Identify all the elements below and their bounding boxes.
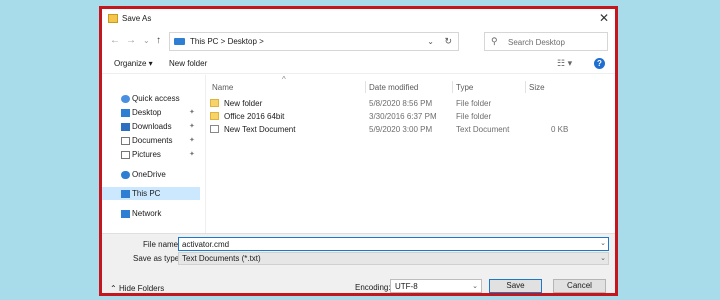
sidebar-item[interactable]: Network xyxy=(102,207,200,220)
file-date: 3/30/2016 6:37 PM xyxy=(369,112,437,121)
folder-icon xyxy=(210,112,219,120)
sidebar-item-label: Desktop xyxy=(132,108,162,117)
address-row: ← → ⌄ ↑ This PC > Desktop > ⌄ ↻ ⚲ Search… xyxy=(102,31,615,53)
refresh-icon[interactable]: ↻ xyxy=(444,36,452,47)
sidebar-item[interactable]: This PC xyxy=(102,187,200,200)
back-icon[interactable]: ← xyxy=(110,35,120,46)
encoding-label: Encoding: xyxy=(355,283,391,292)
file-name: New Text Document xyxy=(224,125,296,134)
sidebar-item-label: This PC xyxy=(132,189,161,198)
desktop-icon xyxy=(121,109,130,117)
filename-label: File name: xyxy=(143,240,181,249)
search-input[interactable]: ⚲ Search Desktop xyxy=(484,32,608,51)
documents-icon xyxy=(121,137,130,145)
cancel-button[interactable]: Cancel xyxy=(553,279,606,293)
column-header-name[interactable]: Name xyxy=(212,83,233,92)
view-options-icon[interactable]: ☷ ▾ xyxy=(557,58,572,69)
sidebar-item[interactable]: Downloads ✦ xyxy=(102,120,200,133)
sidebar-item-label: Documents xyxy=(132,136,173,145)
sort-caret-icon: ^ xyxy=(282,75,286,84)
toolbar: Organize ▾ New folder ☷ ▾ ? xyxy=(102,54,615,74)
filename-value: activator.cmd xyxy=(182,240,230,249)
new-folder-button[interactable]: New folder xyxy=(169,59,207,68)
pictures-icon xyxy=(121,151,130,159)
encoding-select[interactable]: UTF-8 ⌄ xyxy=(390,279,482,293)
navigation-pane: Quick access Desktop ✦ Downloads ✦ Documents ✦… xyxy=(102,75,200,233)
file-size: 0 KB xyxy=(551,125,569,134)
computer-icon xyxy=(121,190,130,198)
search-icon: ⚲ xyxy=(491,36,498,46)
help-icon[interactable]: ? xyxy=(594,58,605,69)
file-date: 5/9/2020 3:00 PM xyxy=(369,125,433,134)
file-name: New folder xyxy=(224,99,263,108)
table-row[interactable]: New Text Document 5/9/2020 3:00 PM Text Do… xyxy=(206,124,606,136)
text-document-icon xyxy=(210,125,219,133)
cloud-icon xyxy=(121,171,130,179)
recent-dropdown-icon[interactable]: ⌄ xyxy=(143,36,150,45)
sidebar-item[interactable]: Desktop ✦ xyxy=(102,106,200,119)
download-icon xyxy=(121,123,130,131)
sidebar-item[interactable]: Pictures ✦ xyxy=(102,148,200,161)
table-row[interactable]: Office 2016 64bit 3/30/2016 6:37 PM File f… xyxy=(206,111,606,123)
chevron-up-icon: ⌃ xyxy=(110,284,117,293)
sidebar-item-label: Downloads xyxy=(132,122,172,131)
file-name: Office 2016 64bit xyxy=(224,112,285,121)
highlight-frame: Save As ✕ ← → ⌄ ↑ This PC > Desktop > ⌄ … xyxy=(99,6,618,296)
up-icon[interactable]: ↑ xyxy=(156,35,161,46)
sidebar-item-label: Pictures xyxy=(132,150,161,159)
close-button[interactable]: ✕ xyxy=(599,12,609,24)
folder-icon xyxy=(210,99,219,107)
sidebar-item[interactable]: OneDrive xyxy=(102,168,200,181)
column-header-type[interactable]: Type xyxy=(456,83,473,92)
save-as-dialog: Save As ✕ ← → ⌄ ↑ This PC > Desktop > ⌄ … xyxy=(102,9,615,293)
notepad-icon xyxy=(108,14,118,23)
hide-folders-button[interactable]: ⌃ Hide Folders xyxy=(110,284,164,293)
filename-input[interactable]: activator.cmd ⌄ xyxy=(178,237,609,251)
column-separator[interactable] xyxy=(452,81,453,93)
pin-icon: ✦ xyxy=(189,137,195,144)
file-type: File folder xyxy=(456,112,492,121)
savetype-value: Text Documents (*.txt) xyxy=(182,254,261,263)
pin-icon: ✦ xyxy=(189,123,195,130)
breadcrumb[interactable]: This PC > Desktop > xyxy=(190,37,264,46)
network-icon xyxy=(121,210,130,218)
savetype-select[interactable]: Text Documents (*.txt) ⌄ xyxy=(178,252,609,265)
this-pc-icon xyxy=(174,38,185,45)
file-list: ^ Name Date modified Type Size New folde… xyxy=(206,75,612,233)
pin-icon: ✦ xyxy=(189,151,195,158)
title-bar: Save As ✕ xyxy=(102,9,615,29)
organize-button[interactable]: Organize ▾ xyxy=(114,59,153,68)
table-row[interactable]: New folder 5/8/2020 8:56 PM File folder xyxy=(206,98,606,110)
encoding-value: UTF-8 xyxy=(395,282,418,291)
file-type: File folder xyxy=(456,99,492,108)
pin-icon: ✦ xyxy=(189,109,195,116)
hide-folders-label: Hide Folders xyxy=(118,284,165,293)
bottom-panel: File name: activator.cmd ⌄ Save as type:… xyxy=(102,233,615,293)
chevron-down-icon[interactable]: ⌄ xyxy=(427,37,434,46)
column-header-size[interactable]: Size xyxy=(529,83,545,92)
sidebar-item-label: Quick access xyxy=(132,94,180,103)
savetype-label: Save as type: xyxy=(133,254,182,263)
chevron-down-icon[interactable]: ⌄ xyxy=(600,239,606,247)
column-separator[interactable] xyxy=(525,81,526,93)
column-separator[interactable] xyxy=(365,81,366,93)
file-type: Text Document xyxy=(456,125,510,134)
column-header-date[interactable]: Date modified xyxy=(369,83,418,92)
forward-icon[interactable]: → xyxy=(126,35,136,46)
search-placeholder: Search Desktop xyxy=(508,38,565,47)
sidebar-item[interactable]: Documents ✦ xyxy=(102,134,200,147)
sidebar-item-label: OneDrive xyxy=(132,170,166,179)
sidebar-item[interactable]: Quick access xyxy=(102,92,200,105)
sidebar-item-label: Network xyxy=(132,209,162,218)
window-title: Save As xyxy=(122,14,152,23)
address-bar[interactable]: This PC > Desktop > ⌄ ↻ xyxy=(169,32,459,51)
chevron-down-icon[interactable]: ⌄ xyxy=(472,282,478,290)
save-button[interactable]: Save xyxy=(489,279,542,293)
star-icon xyxy=(121,95,130,103)
chevron-down-icon[interactable]: ⌄ xyxy=(600,254,606,262)
file-date: 5/8/2020 8:56 PM xyxy=(369,99,433,108)
